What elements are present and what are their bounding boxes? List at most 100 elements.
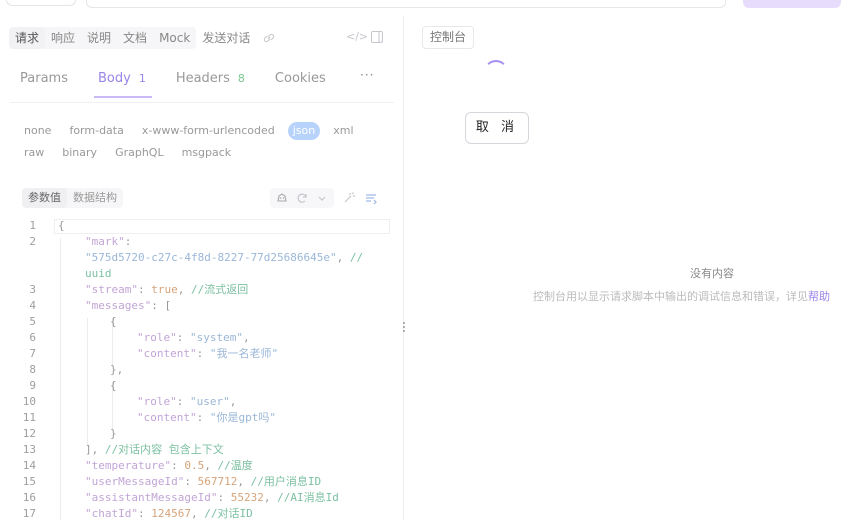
body-type-msgpack[interactable]: msgpack bbox=[177, 144, 237, 162]
chevron-down-icon[interactable] bbox=[315, 191, 329, 205]
code-line: "content": "你是gpt吗" bbox=[137, 411, 276, 424]
json-value: 55232 bbox=[230, 491, 264, 504]
json-comment: //用户消息ID bbox=[250, 475, 322, 488]
json-value: 0.5 bbox=[184, 459, 205, 472]
tab-body[interactable]: Body 1 bbox=[93, 68, 152, 98]
url-input-fragment[interactable] bbox=[86, 0, 726, 8]
code-line: "575d5720-c27c-4f8d-8227-77d25686645e", … bbox=[85, 251, 364, 264]
json-comment: //温度 bbox=[217, 459, 253, 472]
subtab-response[interactable]: 响应 bbox=[45, 27, 81, 49]
subtab-mock[interactable]: Mock bbox=[153, 27, 196, 49]
method-select-fragment[interactable] bbox=[6, 0, 76, 6]
tab-params-label: Params bbox=[20, 70, 68, 86]
code-line: "role": "user", bbox=[137, 395, 237, 408]
json-value: "575d5720-c27c-4f8d-8227-77d25686645e" bbox=[85, 251, 337, 264]
tab-cookies[interactable]: Cookies bbox=[275, 68, 326, 88]
body-type-binary[interactable]: binary bbox=[57, 144, 102, 162]
tab-console[interactable]: 控制台 bbox=[422, 26, 475, 49]
json-editor[interactable]: 1 2 3 4 5 6 7 8 9 10 11 12 13 14 15 16 1… bbox=[10, 214, 390, 520]
param-tabs: Params Body 1 Headers 8 Cookies bbox=[20, 68, 356, 98]
empty-state-text: 控制台用以显示请求脚本中输出的调试信息和错误，详见 bbox=[533, 290, 808, 303]
json-key: "mark" bbox=[85, 235, 125, 248]
subtab-docs[interactable]: 文档 bbox=[117, 27, 153, 49]
body-type-selector: none form-data x-www-form-urlencoded jso… bbox=[19, 122, 389, 162]
json-value: "你是gpt吗" bbox=[209, 411, 276, 424]
code-line: { bbox=[110, 315, 117, 328]
json-key: "content" bbox=[137, 411, 197, 424]
code-line: "content": "我一名老师" bbox=[137, 347, 279, 360]
json-key: "userMessageId" bbox=[85, 475, 185, 488]
request-subtabs: 请求 响应 说明 文档 Mock 发送对话 bbox=[9, 27, 276, 49]
body-type-raw[interactable]: raw bbox=[19, 144, 49, 162]
code-line: }, bbox=[110, 363, 124, 376]
tab-headers-count: 8 bbox=[237, 71, 245, 85]
json-comment: //对话ID bbox=[204, 507, 253, 520]
code-line: { bbox=[58, 219, 65, 232]
editor-toolbar: 参数值 数据结构 bbox=[22, 188, 378, 210]
json-key: "chatId" bbox=[85, 507, 138, 520]
body-type-none[interactable]: none bbox=[19, 122, 56, 140]
send-dialog-label[interactable]: 发送对话 bbox=[196, 27, 256, 49]
code-line: "chatId": 124567, //对话ID bbox=[85, 507, 253, 520]
resize-handle[interactable] bbox=[402, 320, 406, 334]
code-line: uuid bbox=[85, 266, 112, 282]
tab-headers[interactable]: Headers 8 bbox=[176, 68, 245, 88]
code-line: "assistantMessageId": 55232, //AI消息Id bbox=[85, 491, 339, 504]
code-line: "stream": true, //流式返回 bbox=[85, 283, 249, 296]
subtab-request[interactable]: 请求 bbox=[9, 27, 46, 49]
code-line: "role": "system", bbox=[137, 331, 250, 344]
cancel-button[interactable]: 取 消 bbox=[465, 112, 529, 144]
json-value: "system" bbox=[190, 331, 243, 344]
loading-spinner-icon bbox=[484, 60, 508, 84]
body-type-graphql[interactable]: GraphQL bbox=[110, 144, 169, 162]
json-key: "temperature" bbox=[85, 459, 172, 472]
tab-param-value[interactable]: 参数值 bbox=[22, 188, 67, 208]
body-type-form-data[interactable]: form-data bbox=[64, 122, 128, 140]
code-line: } bbox=[110, 427, 117, 440]
refresh-icon[interactable] bbox=[295, 191, 309, 205]
tab-params[interactable]: Params bbox=[20, 68, 68, 88]
json-value: "user" bbox=[190, 395, 230, 408]
json-comment: //流式返回 bbox=[190, 283, 249, 296]
request-panel: 请求 响应 说明 文档 Mock 发送对话 </> Params Body 1 … bbox=[0, 16, 398, 520]
link-icon[interactable] bbox=[262, 31, 276, 45]
json-comment: uuid bbox=[85, 267, 112, 280]
json-key: "role" bbox=[137, 331, 177, 344]
wand-icon[interactable] bbox=[342, 191, 356, 205]
tabs-divider bbox=[10, 102, 394, 103]
more-tabs-button[interactable]: ··· bbox=[360, 68, 374, 82]
panel-divider bbox=[403, 16, 404, 520]
send-button-fragment[interactable] bbox=[743, 0, 841, 8]
json-key: "assistantMessageId" bbox=[85, 491, 218, 504]
code-line: { bbox=[110, 379, 117, 392]
layout-icon[interactable] bbox=[370, 30, 384, 44]
code-line: ], //对话内容 包含上下文 bbox=[85, 442, 224, 458]
tab-cookies-label: Cookies bbox=[274, 70, 326, 86]
code-line: "userMessageId": 567712, //用户消息ID bbox=[85, 475, 322, 488]
json-key: "content" bbox=[137, 347, 197, 360]
empty-state-title: 没有内容 bbox=[690, 267, 734, 280]
help-link[interactable]: 帮助 bbox=[808, 290, 830, 303]
json-bracket: [ bbox=[164, 299, 172, 312]
tab-body-count: 1 bbox=[138, 71, 146, 85]
json-value: 124567 bbox=[151, 507, 191, 520]
code-icon[interactable]: </> bbox=[346, 30, 368, 44]
tab-data-structure[interactable]: 数据结构 bbox=[67, 188, 123, 208]
json-key: "role" bbox=[137, 395, 177, 408]
body-type-xml[interactable]: xml bbox=[328, 122, 358, 140]
body-type-json[interactable]: json bbox=[287, 122, 321, 140]
tab-body-label: Body bbox=[97, 70, 131, 86]
format-icon[interactable] bbox=[364, 191, 378, 205]
json-comment: //对话内容 包含上下文 bbox=[104, 443, 224, 456]
code-line: "messages": [ bbox=[85, 299, 172, 312]
json-key: "messages" bbox=[85, 299, 152, 312]
body-type-urlencoded[interactable]: x-www-form-urlencoded bbox=[137, 122, 280, 140]
empty-state-description: 控制台用以显示请求脚本中输出的调试信息和错误，详见帮助 bbox=[533, 288, 852, 304]
tab-headers-label: Headers bbox=[175, 70, 230, 86]
code-line: "temperature": 0.5, //温度 bbox=[85, 459, 253, 472]
json-value: "我一名老师" bbox=[209, 347, 279, 360]
magic-icon[interactable] bbox=[275, 191, 289, 205]
json-value: 567712 bbox=[197, 475, 238, 488]
json-value: true bbox=[151, 283, 178, 296]
subtab-description[interactable]: 说明 bbox=[81, 27, 117, 49]
